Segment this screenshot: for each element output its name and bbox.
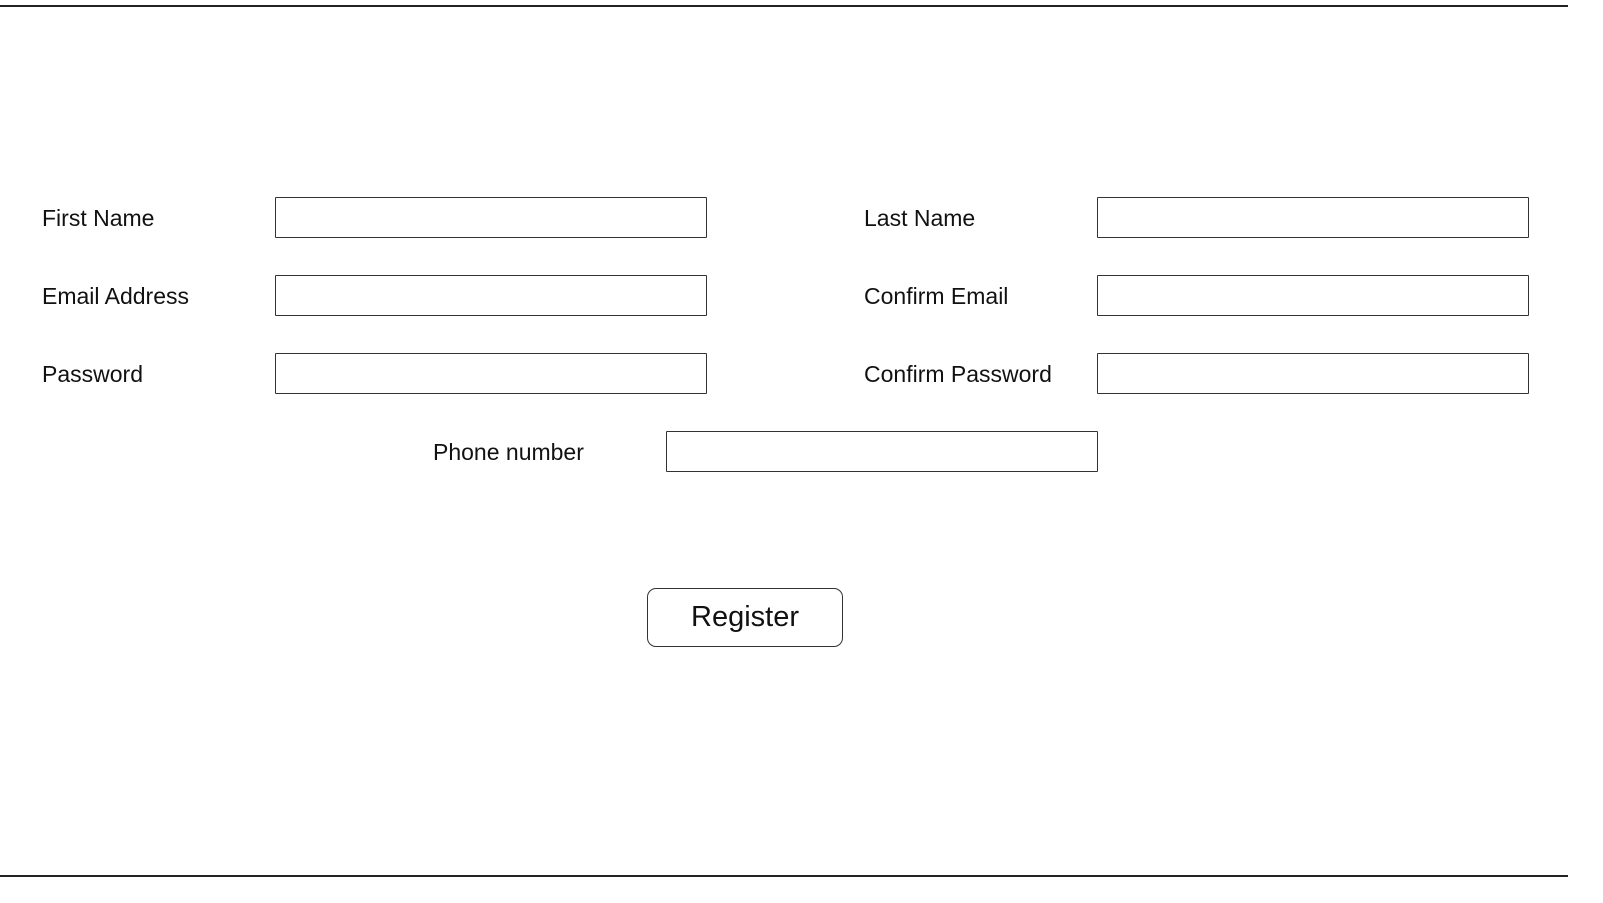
email-address-input[interactable] (275, 275, 707, 316)
top-divider (0, 5, 1568, 7)
first-name-label: First Name (42, 205, 155, 231)
password-label: Password (42, 361, 143, 387)
confirm-email-label: Confirm Email (864, 283, 1009, 309)
phone-number-label: Phone number (433, 439, 584, 465)
phone-number-input[interactable] (666, 431, 1098, 472)
email-address-label: Email Address (42, 283, 190, 309)
first-name-input[interactable] (275, 197, 707, 238)
registration-page: First Name Last Name Email Address Confi… (0, 0, 1603, 903)
confirm-password-label: Confirm Password (864, 361, 1052, 387)
bottom-divider (0, 875, 1568, 877)
password-input[interactable] (275, 353, 707, 394)
confirm-password-input[interactable] (1097, 353, 1529, 394)
last-name-input[interactable] (1097, 197, 1529, 238)
last-name-label: Last Name (864, 205, 976, 231)
confirm-email-input[interactable] (1097, 275, 1529, 316)
register-button[interactable]: Register (647, 588, 843, 647)
